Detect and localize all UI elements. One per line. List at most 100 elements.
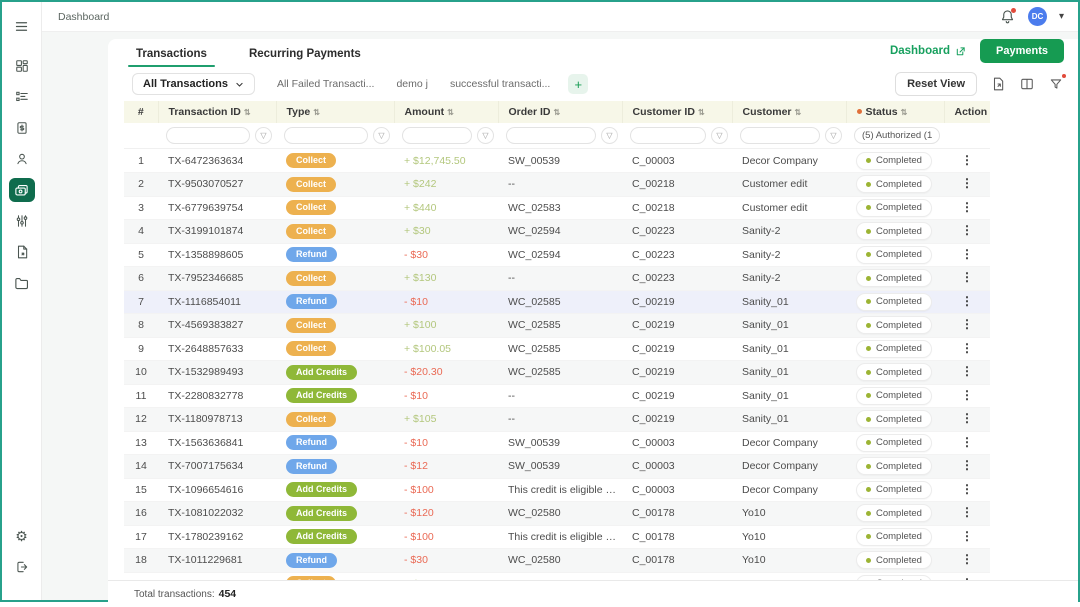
- table-row[interactable]: 18 TX-1011229681 Refund - $30 WC_02580 C…: [124, 549, 990, 573]
- table-row[interactable]: 9 TX-2648857633 Collect + $100.05 WC_025…: [124, 337, 990, 361]
- tab-transactions[interactable]: Transactions: [134, 48, 209, 67]
- col-customer-id[interactable]: Customer ID⇅: [622, 101, 732, 123]
- col-num[interactable]: #: [124, 101, 158, 123]
- profile-chevron-down-icon[interactable]: ▾: [1059, 11, 1064, 22]
- sort-icon[interactable]: ⇅: [795, 108, 802, 117]
- filter-amount-input[interactable]: [402, 127, 472, 144]
- col-order-id[interactable]: Order ID⇅: [498, 101, 622, 123]
- menu-icon[interactable]: [9, 14, 35, 38]
- row-customer-id: C_00223: [622, 267, 732, 291]
- status-dot-icon: [866, 158, 871, 163]
- col-status[interactable]: Status⇅: [846, 101, 944, 123]
- funnel-icon[interactable]: ▽: [825, 127, 842, 144]
- table-row[interactable]: 3 TX-6779639754 Collect + $440 WC_02583 …: [124, 196, 990, 220]
- filter-customer-input[interactable]: [740, 127, 820, 144]
- table-row[interactable]: 16 TX-1081022032 Add Credits - $120 WC_0…: [124, 502, 990, 526]
- filter-funnel-icon[interactable]: [1048, 76, 1064, 92]
- notifications-bell-icon[interactable]: [1000, 9, 1016, 25]
- filter-order-id-input[interactable]: [506, 127, 596, 144]
- row-transaction-id: TX-1358898605: [158, 243, 276, 267]
- col-type[interactable]: Type⇅: [276, 101, 394, 123]
- filter-transaction-id-input[interactable]: [166, 127, 250, 144]
- avatar[interactable]: DC: [1028, 7, 1047, 26]
- row-actions-kebab-icon[interactable]: ⋮: [961, 153, 973, 167]
- table-row[interactable]: 19 TX-1454841103 Collect + $130 WC_02580…: [124, 572, 990, 580]
- payments-icon[interactable]: [9, 178, 35, 202]
- sort-icon[interactable]: ⇅: [244, 108, 251, 117]
- add-view-button[interactable]: +: [568, 74, 588, 94]
- funnel-icon[interactable]: ▽: [255, 127, 272, 144]
- row-actions-kebab-icon[interactable]: ⋮: [961, 223, 973, 237]
- customers-icon[interactable]: [9, 147, 35, 171]
- col-customer[interactable]: Customer⇅: [732, 101, 846, 123]
- folder-icon[interactable]: [9, 271, 35, 295]
- funnel-icon[interactable]: ▽: [711, 127, 728, 144]
- dashboard-link[interactable]: Dashboard: [890, 45, 966, 57]
- view-dropdown[interactable]: All Transactions: [132, 73, 255, 95]
- filter-type-input[interactable]: [284, 127, 368, 144]
- row-actions-kebab-icon[interactable]: ⋮: [961, 294, 973, 308]
- sort-icon[interactable]: ⇅: [447, 108, 454, 117]
- row-actions-kebab-icon[interactable]: ⋮: [961, 341, 973, 355]
- row-order-id: This credit is eligible for order: [498, 525, 622, 549]
- documents-icon[interactable]: [9, 240, 35, 264]
- logout-icon[interactable]: [9, 555, 35, 579]
- adjustments-icon[interactable]: [9, 209, 35, 233]
- row-actions-kebab-icon[interactable]: ⋮: [961, 435, 973, 449]
- table-row[interactable]: 7 TX-1116854011 Refund - $10 WC_02585 C_…: [124, 290, 990, 314]
- sort-icon[interactable]: ⇅: [313, 108, 320, 117]
- sort-icon[interactable]: ⇅: [901, 108, 908, 117]
- funnel-icon[interactable]: ▽: [477, 127, 494, 144]
- export-icon[interactable]: [990, 76, 1006, 92]
- table-row[interactable]: 14 TX-7007175634 Refund - $12 SW_00539 C…: [124, 455, 990, 479]
- table-row[interactable]: 2 TX-9503070527 Collect + $242 -- C_0021…: [124, 173, 990, 197]
- table-row[interactable]: 17 TX-1780239162 Add Credits - $100 This…: [124, 525, 990, 549]
- table-row[interactable]: 10 TX-1532989493 Add Credits - $20.30 WC…: [124, 361, 990, 385]
- table-row[interactable]: 11 TX-2280832778 Add Credits - $10 -- C_…: [124, 384, 990, 408]
- orders-icon[interactable]: [9, 85, 35, 109]
- funnel-icon[interactable]: ▽: [601, 127, 618, 144]
- row-actions-kebab-icon[interactable]: ⋮: [961, 317, 973, 331]
- status-dot-icon: [866, 370, 871, 375]
- row-actions-kebab-icon[interactable]: ⋮: [961, 200, 973, 214]
- table-row[interactable]: 13 TX-1563636841 Refund - $10 SW_00539 C…: [124, 431, 990, 455]
- table-row[interactable]: 15 TX-1096654616 Add Credits - $100 This…: [124, 478, 990, 502]
- row-actions-kebab-icon[interactable]: ⋮: [961, 482, 973, 496]
- row-transaction-id: TX-6472363634: [158, 149, 276, 173]
- filter-customer-id-input[interactable]: [630, 127, 706, 144]
- row-actions-kebab-icon[interactable]: ⋮: [961, 458, 973, 472]
- table-row[interactable]: 8 TX-4569383827 Collect + $100 WC_02585 …: [124, 314, 990, 338]
- tab-recurring-payments[interactable]: Recurring Payments: [247, 48, 363, 67]
- payments-button[interactable]: Payments: [980, 39, 1064, 63]
- row-actions-kebab-icon[interactable]: ⋮: [961, 411, 973, 425]
- table-row[interactable]: 6 TX-7952346685 Collect + $130 -- C_0022…: [124, 267, 990, 291]
- row-actions-kebab-icon[interactable]: ⋮: [961, 505, 973, 519]
- sort-icon[interactable]: ⇅: [554, 108, 561, 117]
- row-actions-kebab-icon[interactable]: ⋮: [961, 176, 973, 190]
- row-actions-kebab-icon[interactable]: ⋮: [961, 270, 973, 284]
- col-transaction-id[interactable]: Transaction ID⇅: [158, 101, 276, 123]
- table-row[interactable]: 5 TX-1358898605 Refund - $30 WC_02594 C_…: [124, 243, 990, 267]
- table-row[interactable]: 1 TX-6472363634 Collect + $12,745.50 SW_…: [124, 149, 990, 173]
- saved-view-successful[interactable]: successful transacti...: [450, 78, 550, 90]
- table-rows-viewport[interactable]: 1 TX-6472363634 Collect + $12,745.50 SW_…: [108, 149, 1078, 580]
- columns-icon[interactable]: [1019, 76, 1035, 92]
- dashboard-icon[interactable]: [9, 54, 35, 78]
- row-actions-kebab-icon[interactable]: ⋮: [961, 529, 973, 543]
- sort-icon[interactable]: ⇅: [698, 108, 705, 117]
- filter-status-input[interactable]: [854, 127, 940, 144]
- row-actions-kebab-icon[interactable]: ⋮: [961, 364, 973, 378]
- saved-view-failed[interactable]: All Failed Transacti...: [277, 78, 374, 90]
- col-amount[interactable]: Amount⇅: [394, 101, 498, 123]
- settings-gear-icon[interactable]: ⚙: [9, 524, 35, 548]
- billing-icon[interactable]: [9, 116, 35, 140]
- row-actions-kebab-icon[interactable]: ⋮: [961, 388, 973, 402]
- reset-view-button[interactable]: Reset View: [895, 72, 977, 96]
- row-actions-kebab-icon[interactable]: ⋮: [961, 247, 973, 261]
- table-row[interactable]: 4 TX-3199101874 Collect + $30 WC_02594 C…: [124, 220, 990, 244]
- funnel-icon[interactable]: ▽: [373, 127, 390, 144]
- status-text: Completed: [876, 226, 922, 237]
- table-row[interactable]: 12 TX-1180978713 Collect + $105 -- C_002…: [124, 408, 990, 432]
- row-actions-kebab-icon[interactable]: ⋮: [961, 552, 973, 566]
- saved-view-demo[interactable]: demo j: [396, 78, 428, 90]
